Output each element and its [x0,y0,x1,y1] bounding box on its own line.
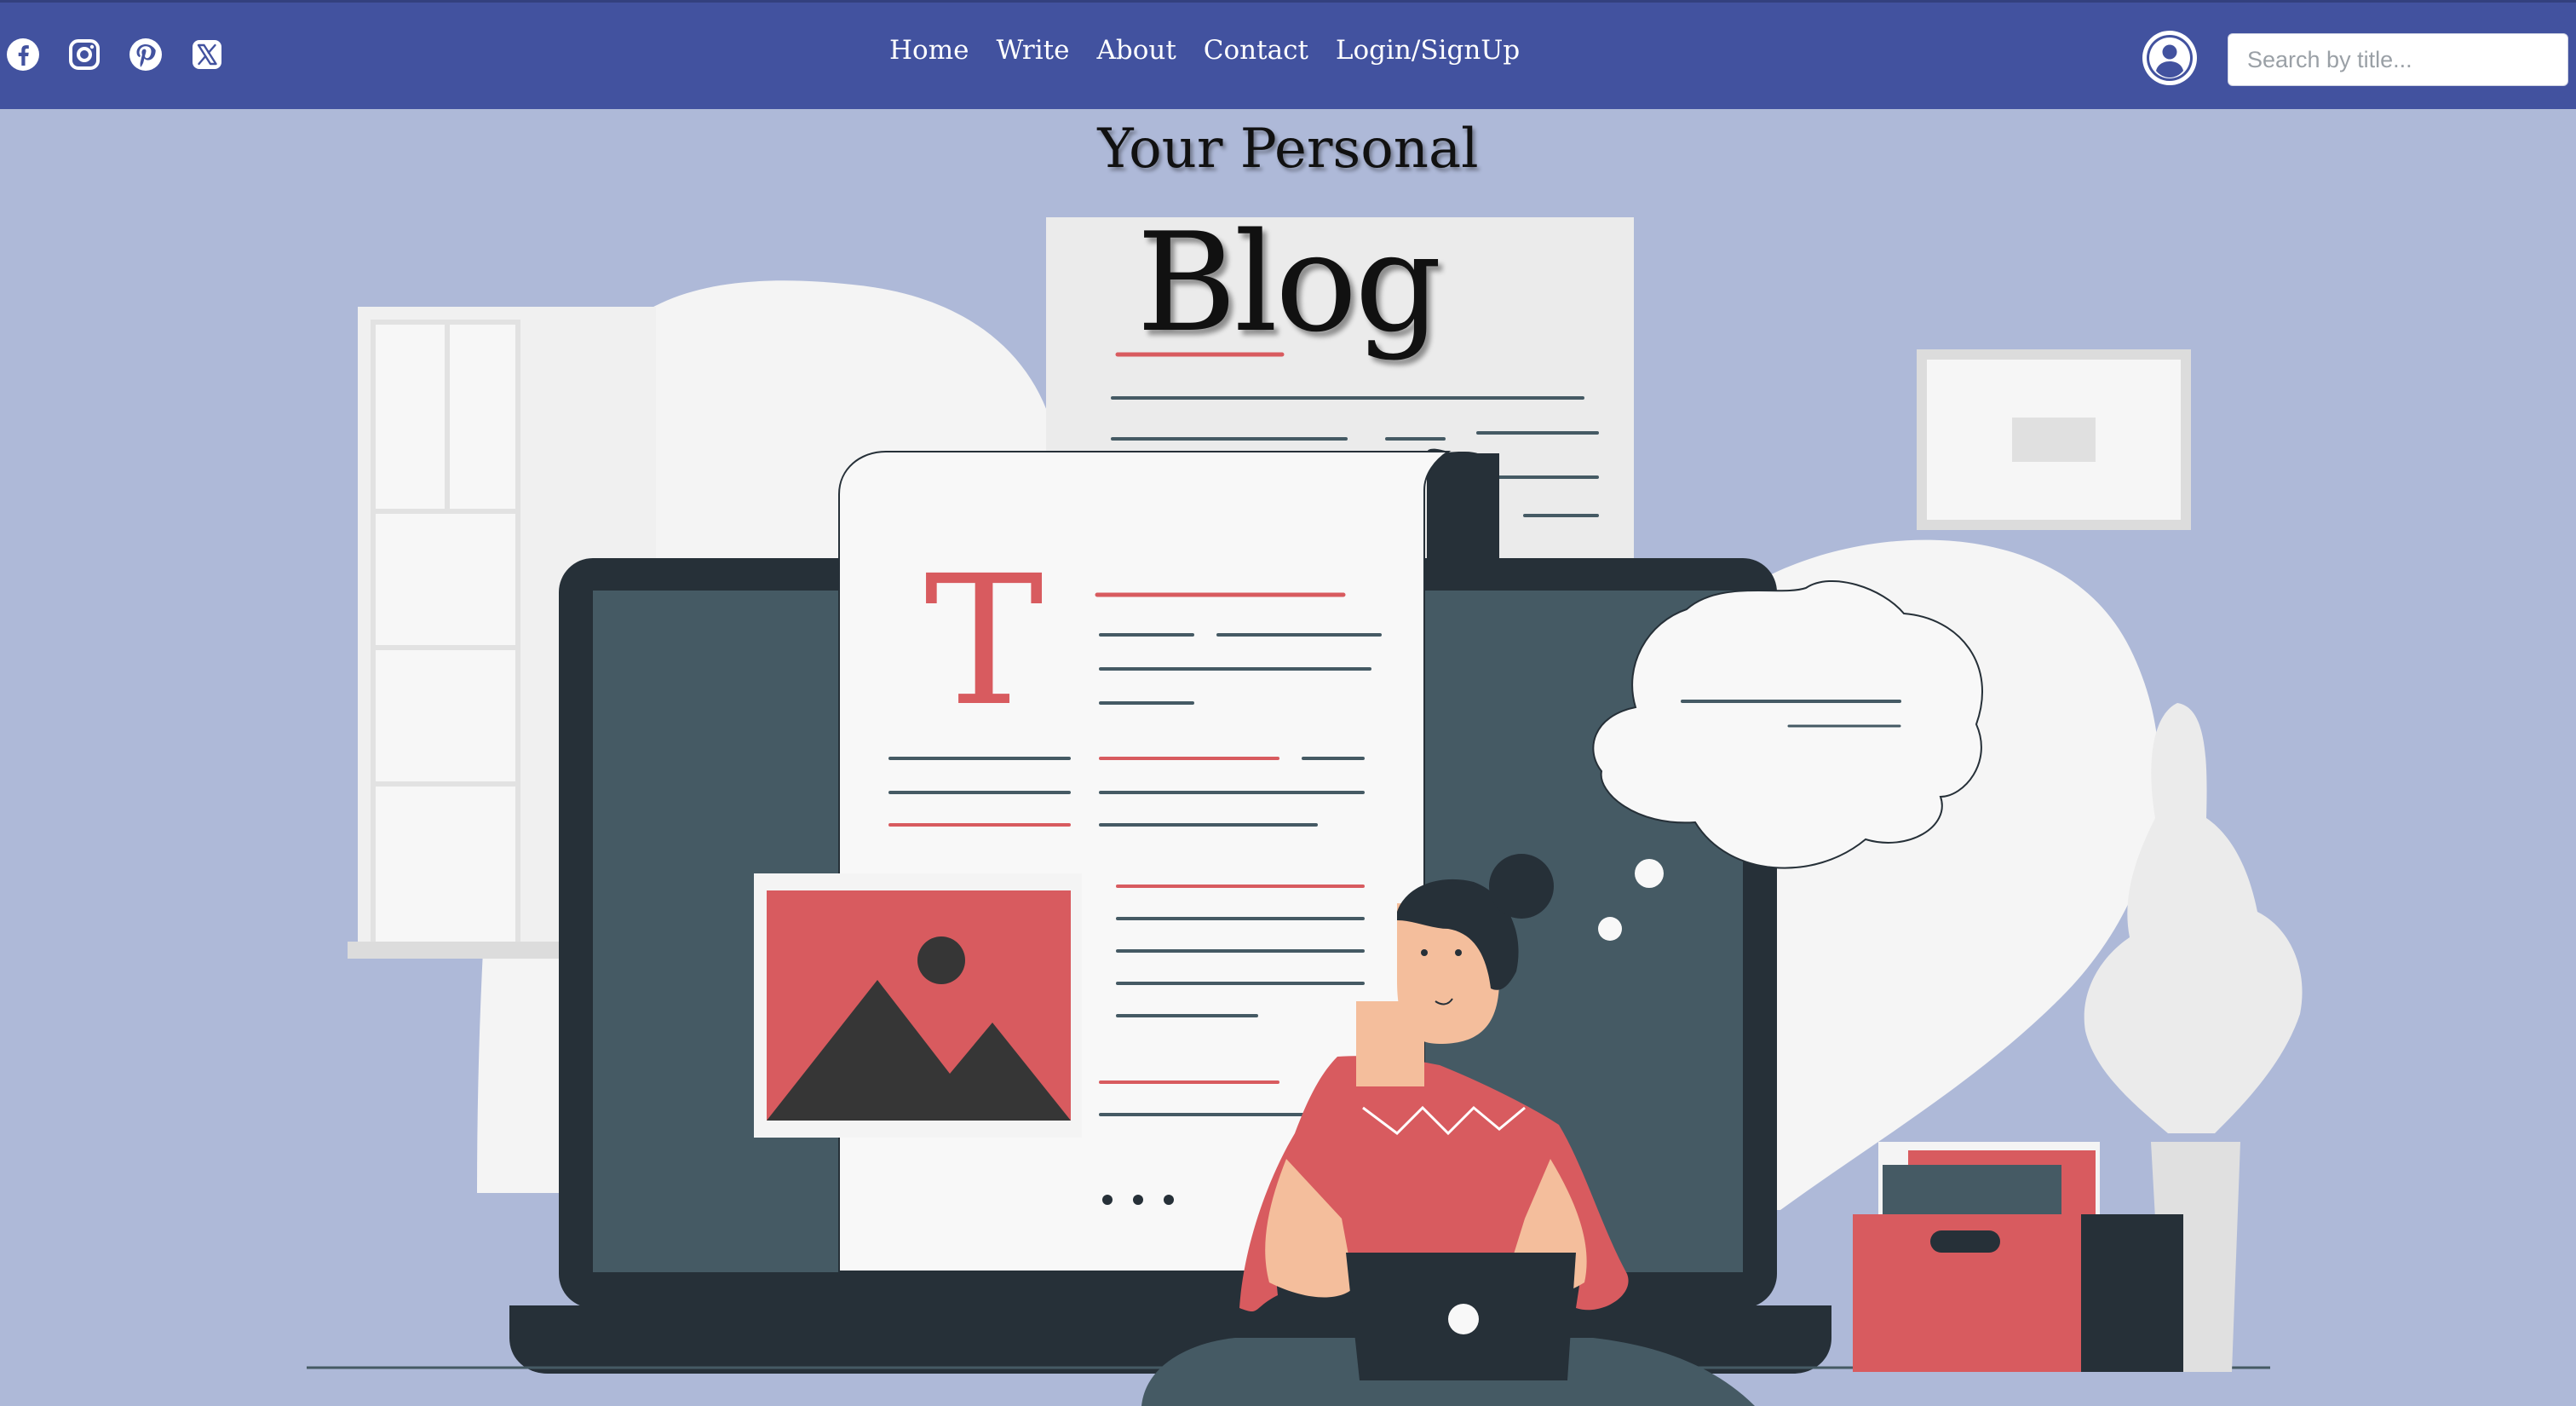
storage-box-illustration [1853,1142,2183,1372]
top-navbar: Home Write About Contact Login/SignUp [0,0,2576,109]
nav-contact-link[interactable]: Contact [1204,35,1308,66]
search-button[interactable] [2567,34,2568,85]
instagram-icon[interactable] [66,37,102,72]
document-initial-letter: T [924,537,1044,746]
main-nav: Home Write About Contact Login/SignUp [889,35,1520,66]
nav-about-link[interactable]: About [1096,35,1176,66]
user-profile-icon[interactable] [2140,28,2199,88]
nav-login-signup-link[interactable]: Login/SignUp [1336,35,1520,66]
hero-title: Blog [1136,203,1442,362]
search-bar [2228,33,2568,86]
hero-subtitle: Your Personal [1097,118,1479,181]
nav-write-link[interactable]: Write [996,35,1069,66]
facebook-icon[interactable] [5,37,41,72]
image-card [754,873,1082,1138]
wall-frame [1917,349,2191,530]
social-links [5,37,225,72]
nav-home-link[interactable]: Home [889,35,969,66]
x-icon[interactable] [189,37,225,72]
search-input[interactable] [2228,34,2567,85]
pinterest-icon[interactable] [128,37,164,72]
